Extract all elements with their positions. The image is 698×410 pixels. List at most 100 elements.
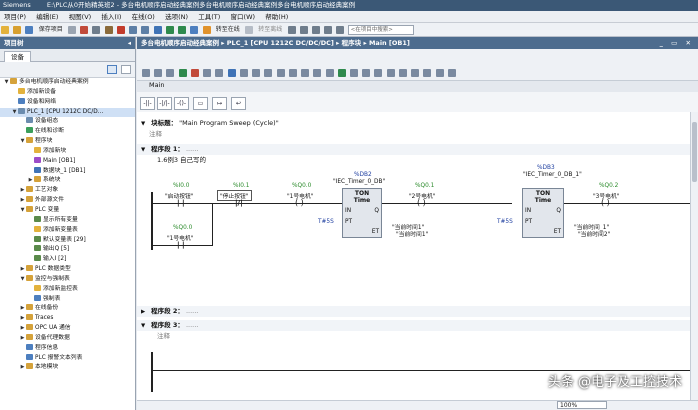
settings-icon[interactable] bbox=[447, 69, 456, 77]
tree-item[interactable]: ▼ 多台电机顺序启动经典案例 bbox=[0, 78, 135, 88]
simulate-icon[interactable] bbox=[190, 26, 199, 34]
menu-project[interactable]: 项目(P) bbox=[0, 11, 30, 23]
save-project-button[interactable]: 保存项目 bbox=[39, 23, 63, 37]
expanded-arrow-icon[interactable]: ▼ bbox=[19, 275, 26, 285]
test-icon[interactable] bbox=[435, 69, 444, 77]
tree-item[interactable]: ▶ 工艺对象 bbox=[0, 186, 135, 196]
block-title-value[interactable]: "Main Program Sweep (Cycle)" bbox=[179, 119, 279, 127]
tree-item[interactable]: ▶ OPC UA 通信 bbox=[0, 324, 135, 334]
tree-item[interactable]: ▼ 程序块 bbox=[0, 137, 135, 147]
ladder-view-icon[interactable] bbox=[264, 69, 273, 77]
zoom-icon[interactable] bbox=[276, 69, 285, 77]
ton-2-pt-value[interactable]: T#5S bbox=[497, 219, 513, 225]
close-all-icon[interactable] bbox=[215, 69, 224, 77]
tree-item[interactable]: ▼ 监控与强制表 bbox=[0, 274, 135, 285]
ton-1-pt-value[interactable]: T#5S bbox=[318, 219, 334, 225]
tree-item[interactable]: 添加新监控表 bbox=[0, 284, 135, 295]
collapsed-arrow-icon[interactable]: ▶ bbox=[19, 265, 26, 275]
go-online-button[interactable]: 转至在线 bbox=[216, 23, 240, 37]
split-editor-icon[interactable] bbox=[336, 26, 345, 34]
window-controls-icon[interactable]: _ ▭ ✕ bbox=[660, 37, 694, 49]
menu-insert[interactable]: 插入(I) bbox=[97, 11, 125, 23]
print-icon[interactable] bbox=[67, 26, 76, 34]
tree-options-icon[interactable] bbox=[121, 65, 131, 74]
delete-icon[interactable] bbox=[116, 26, 125, 34]
tree-item[interactable]: ▶ 在线备份 bbox=[0, 304, 135, 314]
coil-3-symbol[interactable]: ( ) bbox=[601, 198, 610, 207]
collapse-arrow-icon[interactable]: ▶ bbox=[141, 307, 149, 318]
go-offline-button[interactable]: 转至离线 bbox=[258, 23, 282, 37]
network-3-comment[interactable]: 注释 bbox=[137, 331, 690, 342]
network-3-title[interactable]: ...... bbox=[186, 321, 198, 329]
normally-closed-contact-icon[interactable]: -|/|- bbox=[157, 97, 172, 110]
download-icon[interactable] bbox=[165, 26, 174, 34]
absolute-address-icon[interactable] bbox=[227, 69, 236, 77]
tree-item[interactable]: 默认变量表 [29] bbox=[0, 235, 135, 246]
ton-1-et-value-2[interactable]: "当前时间1" bbox=[396, 229, 428, 238]
go-online-icon[interactable] bbox=[202, 26, 211, 34]
modify-icon[interactable] bbox=[362, 69, 371, 77]
watch-table-icon[interactable] bbox=[386, 69, 395, 77]
db2-name[interactable]: "IEC_Timer_0_DB" bbox=[333, 179, 385, 185]
menu-online[interactable]: 在线(O) bbox=[128, 11, 159, 23]
collapsed-arrow-icon[interactable]: ▶ bbox=[19, 186, 26, 196]
compare-icon[interactable] bbox=[411, 69, 420, 77]
tree-item[interactable]: ▶ PLC 数据类型 bbox=[0, 265, 135, 275]
save-icon[interactable] bbox=[25, 26, 34, 34]
menu-options[interactable]: 选项(N) bbox=[161, 11, 192, 23]
go-to-icon[interactable] bbox=[288, 69, 297, 77]
tree-item[interactable]: ▶ 外部源文件 bbox=[0, 196, 135, 206]
tree-item[interactable]: 添加新块 bbox=[0, 146, 135, 157]
call-structure-icon[interactable] bbox=[301, 69, 310, 77]
accessible-devices-icon[interactable] bbox=[287, 26, 296, 34]
network-2-title[interactable]: ...... bbox=[186, 307, 198, 315]
expand-arrow-icon[interactable]: ▼ bbox=[141, 119, 149, 130]
tree-item[interactable]: 强制表 bbox=[0, 294, 135, 305]
favorites-icon[interactable] bbox=[252, 69, 261, 77]
view-toggle-icon[interactable] bbox=[107, 65, 117, 74]
collapse-pane-icon[interactable]: ◂ bbox=[128, 37, 131, 49]
monitor-icon[interactable] bbox=[178, 69, 187, 77]
ton-2-et-value-2[interactable]: "当前时间2" bbox=[578, 229, 610, 238]
block-comment[interactable]: 注释 bbox=[137, 129, 690, 140]
close-branch-icon[interactable]: ↩ bbox=[231, 97, 246, 110]
tree-item[interactable]: Main [OB1] bbox=[0, 156, 135, 167]
collapsed-arrow-icon[interactable]: ▶ bbox=[27, 176, 34, 186]
tree-item[interactable]: ▶ 本地模块 bbox=[0, 363, 135, 373]
tree-item[interactable]: 添加新变量表 bbox=[0, 225, 135, 236]
comments-icon[interactable] bbox=[239, 69, 248, 77]
tab-main[interactable]: Main bbox=[149, 81, 165, 89]
open-all-icon[interactable] bbox=[203, 69, 212, 77]
collapsed-arrow-icon[interactable]: ▶ bbox=[19, 363, 26, 373]
scroll-thumb[interactable] bbox=[692, 122, 697, 182]
network-1-title[interactable]: ...... bbox=[186, 145, 198, 153]
cut-icon[interactable] bbox=[80, 26, 89, 34]
tree-item[interactable]: 在线和诊断 bbox=[0, 127, 135, 137]
normally-open-contact-icon[interactable]: -||- bbox=[140, 97, 155, 110]
network-1-comment[interactable]: 1.6例3 自己写的 bbox=[137, 155, 690, 166]
tree-item[interactable]: 输入I [2] bbox=[0, 255, 135, 265]
find-icon[interactable] bbox=[313, 69, 322, 77]
expanded-arrow-icon[interactable]: ▼ bbox=[11, 108, 18, 118]
new-project-icon[interactable] bbox=[1, 26, 9, 34]
tree-item[interactable]: 设备组态 bbox=[0, 117, 135, 127]
expand-arrow-icon[interactable]: ▼ bbox=[141, 321, 149, 332]
tree-item[interactable]: PLC 报警文本列表 bbox=[0, 353, 135, 364]
ton-1-box[interactable]: TON Time IN Q PT ET bbox=[342, 188, 382, 238]
insert-network-icon[interactable] bbox=[142, 69, 150, 77]
tree-item[interactable]: 程序信息 bbox=[0, 343, 135, 354]
collapsed-arrow-icon[interactable]: ▶ bbox=[19, 334, 26, 344]
snapshot-icon[interactable] bbox=[398, 69, 407, 77]
tree-item[interactable]: ▶ 系统块 bbox=[0, 176, 135, 186]
collapsed-arrow-icon[interactable]: ▶ bbox=[19, 314, 26, 324]
download-block-icon[interactable] bbox=[423, 69, 432, 77]
db3-name[interactable]: "IEC_Timer_0_DB_1" bbox=[523, 172, 582, 178]
collapsed-arrow-icon[interactable]: ▶ bbox=[19, 324, 26, 334]
tree-item[interactable]: ▼ PLC 变量 bbox=[0, 205, 135, 216]
tree-item[interactable]: 添加新设备 bbox=[0, 87, 135, 98]
stop-cpu-icon[interactable] bbox=[311, 26, 320, 34]
collapsed-arrow-icon[interactable]: ▶ bbox=[19, 196, 26, 206]
start-cpu-icon[interactable] bbox=[299, 26, 308, 34]
undo-icon[interactable] bbox=[129, 26, 138, 34]
tab-devices[interactable]: 设备 bbox=[4, 51, 31, 62]
